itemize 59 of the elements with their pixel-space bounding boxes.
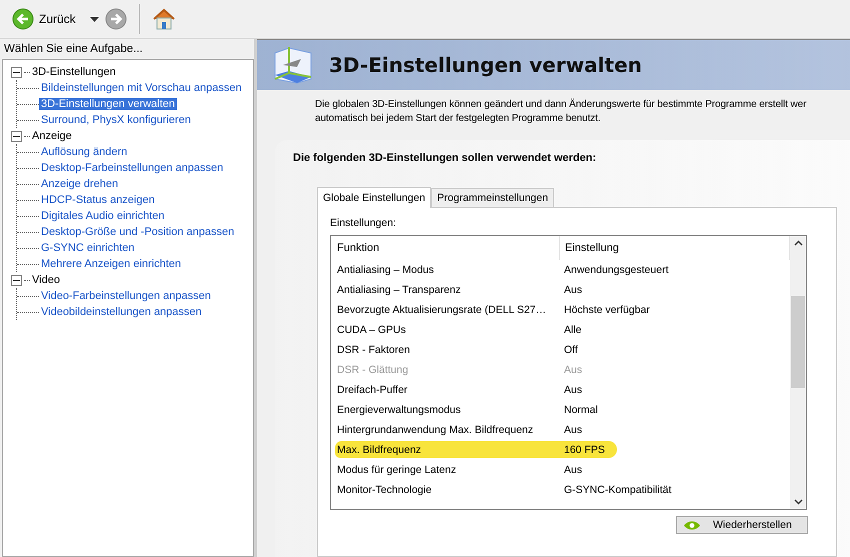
table-cell[interactable]: Bevorzugte Aktualisierungsrate (DELL S27… [331,304,559,316]
tree-item[interactable]: Mehrere Anzeigen einrichten [39,258,184,270]
back-button[interactable]: Zurück [10,6,78,32]
table-cell[interactable]: Aus [559,384,790,396]
table-cell[interactable]: CUDA – GPUs [331,324,559,336]
tree-item[interactable]: Auflösung ändern [39,146,130,158]
table-cell[interactable]: Alle [559,324,790,336]
table-cell[interactable]: Dreifach-Puffer [331,384,559,396]
collapse-toggle-icon[interactable] [11,274,22,286]
scrollbar-thumb[interactable] [791,296,805,388]
settings-label: Einstellungen: [330,217,397,229]
table-cell[interactable]: Anwendungsgesteuert [559,264,790,276]
section-heading: Die folgenden 3D-Einstellungen sollen verwendet werden: [293,152,598,164]
table-cell[interactable]: Antialiasing – Transparenz [331,284,559,296]
restore-button[interactable]: Wiederherstellen [676,516,808,534]
table-cell[interactable]: Aus [559,284,790,296]
tree-item[interactable]: Videobildeinstellungen anpassen [39,306,204,318]
home-icon[interactable] [152,8,176,30]
table-cell[interactable]: Antialiasing – Modus [331,264,559,276]
tree-group-label[interactable]: 3D-Einstellungen [32,66,116,78]
page-description: Die globalen 3D-Einstellungen können geändert und dann Änderungswerte für bestimmte Programme erstellt wer [315,98,806,112]
tree-group-label[interactable]: Anzeige [32,130,72,142]
table-cell[interactable]: Aus [559,424,790,436]
tree-item[interactable]: G-SYNC einrichten [39,242,137,254]
table-cell[interactable]: Normal [559,404,790,416]
scroll-down-icon[interactable] [794,499,802,505]
sidebar-title: Wählen Sie eine Aufgabe... [3,42,144,57]
tree-item[interactable]: Anzeige drehen [39,178,120,190]
tree-item[interactable]: Desktop-Größe und -Position anpassen [39,226,236,238]
column-header[interactable]: Funktion [331,236,560,260]
table-cell[interactable]: Modus für geringe Latenz [331,464,559,476]
table-cell[interactable]: 160 FPS [559,444,790,456]
table-cell[interactable]: Energieverwaltungsmodus [331,404,559,416]
eye-logo-icon [683,520,701,530]
tree-item[interactable]: HDCP-Status anzeigen [39,194,157,206]
tree-group-label[interactable]: Video [32,274,60,286]
table-cell[interactable]: Hintergrundanwendung Max. Bildfrequenz [331,424,559,436]
table-cell[interactable]: DSR - Faktoren [331,344,559,356]
table-cell[interactable]: Monitor-Technologie [331,484,559,496]
table-cell[interactable]: Höchste verfügbar [559,304,790,316]
tab[interactable]: Globale Einstellungen [317,187,432,208]
tree-item[interactable]: Bildeinstellungen mit Vorschau anpassen [39,82,244,94]
page-title: 3D-Einstellungen verwalten [329,53,642,77]
table-cell[interactable]: Max. Bildfrequenz [331,444,559,456]
tree-item[interactable]: Digitales Audio einrichten [39,210,167,222]
page-description: automatisch bei jedem Start der festgelegten Programme benutzt. [315,112,601,126]
tree-item[interactable]: Video-Farbeinstellungen anpassen [39,290,213,302]
scrollbar[interactable] [790,236,806,509]
table-cell[interactable]: Off [559,344,790,356]
table-cell[interactable]: G-SYNC-Kompatibilität [559,484,790,496]
scroll-up-icon[interactable] [794,240,802,246]
tree-item[interactable]: Desktop-Farbeinstellungen anpassen [39,162,226,174]
caret-icon[interactable] [90,16,99,22]
table-cell[interactable]: Aus [559,464,790,476]
collapse-toggle-icon[interactable] [11,66,22,78]
tree-item[interactable]: 3D-Einstellungen verwalten [39,98,177,110]
tab[interactable]: Programmeinstellungen [431,188,554,207]
collapse-toggle-icon[interactable] [11,130,22,142]
tree-item[interactable]: Surround, PhysX konfigurieren [39,114,193,126]
